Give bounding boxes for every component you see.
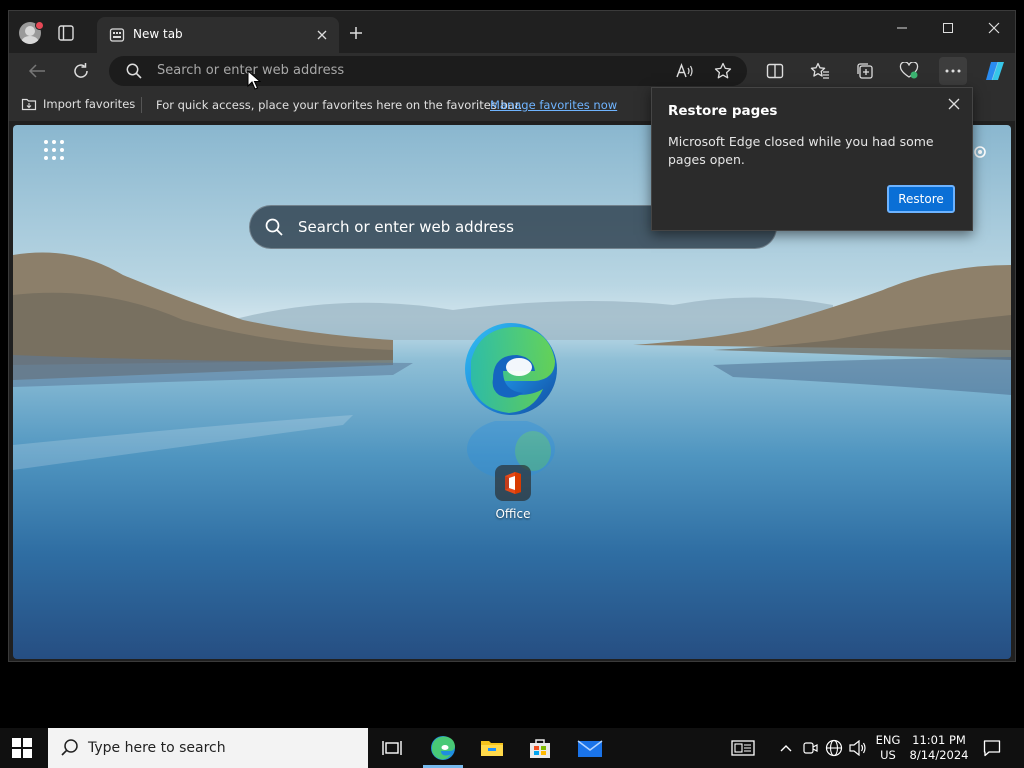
network-globe-icon[interactable]	[822, 734, 846, 762]
favorites-divider	[141, 97, 142, 113]
new-tab-page-icon	[109, 27, 125, 43]
clock-date: 8/14/2024	[909, 748, 969, 762]
restore-pages-title: Restore pages	[668, 103, 778, 119]
split-screen-icon[interactable]	[761, 57, 789, 85]
page-settings-gear-icon[interactable]	[971, 143, 989, 165]
mail-icon[interactable]	[576, 734, 604, 762]
windows-start-icon[interactable]	[12, 738, 32, 758]
language-indicator[interactable]: ENG US	[874, 733, 902, 763]
collections-icon[interactable]	[851, 57, 879, 85]
favorites-icon[interactable]	[806, 57, 834, 85]
import-favorites-label: Import favorites	[43, 97, 136, 111]
notifications-icon[interactable]	[978, 734, 1006, 762]
refresh-icon[interactable]	[67, 57, 95, 85]
mouse-cursor-icon	[247, 70, 261, 90]
profile-notification-dot	[35, 21, 44, 30]
browser-essentials-icon[interactable]	[895, 57, 923, 85]
tab-title: New tab	[133, 27, 183, 41]
title-bar: New tab	[9, 11, 1015, 53]
task-view-icon[interactable]	[378, 734, 406, 762]
read-aloud-icon[interactable]	[671, 57, 699, 85]
restore-pages-message: Microsoft Edge closed while you had some…	[668, 134, 934, 167]
new-tab-plus-icon[interactable]	[345, 22, 367, 44]
restore-button[interactable]: Restore	[887, 185, 955, 213]
import-folder-icon	[21, 98, 37, 111]
navigation-toolbar: Search or enter web address	[9, 53, 1015, 89]
news-widget-icon[interactable]	[729, 734, 757, 762]
manage-favorites-link[interactable]: Manage favorites now	[490, 98, 617, 112]
taskbar-search-placeholder: Type here to search	[88, 740, 226, 756]
address-bar[interactable]: Search or enter web address	[109, 56, 747, 86]
tab-actions-icon[interactable]	[57, 24, 75, 42]
close-tab-icon[interactable]	[311, 24, 333, 46]
shortcut-office[interactable]: Office	[489, 465, 537, 521]
clock[interactable]: 11:01 PM 8/14/2024	[906, 733, 972, 763]
back-arrow-icon[interactable]	[23, 57, 51, 85]
keyboard-layout: US	[880, 748, 896, 762]
copilot-icon[interactable]	[981, 57, 1009, 85]
browser-window: New tab Search or enter web address Impo…	[8, 10, 1016, 662]
import-favorites-button[interactable]: Import favorites	[21, 97, 135, 111]
minimize-icon[interactable]	[879, 11, 925, 45]
taskbar: Type here to search ENG US 11:01 PM 8/14…	[0, 728, 1024, 768]
close-window-icon[interactable]	[971, 11, 1015, 45]
search-icon	[60, 738, 80, 762]
add-favorite-star-icon[interactable]	[709, 57, 737, 85]
language-code: ENG	[875, 733, 901, 747]
settings-more-icon[interactable]	[939, 57, 967, 85]
meet-now-icon[interactable]	[798, 734, 822, 762]
office-tile	[495, 465, 531, 501]
taskbar-edge-icon[interactable]	[429, 734, 457, 762]
search-icon	[125, 62, 143, 84]
ntp-search-placeholder: Search or enter web address	[298, 218, 514, 236]
microsoft-store-icon[interactable]	[526, 734, 554, 762]
favorites-bar-message: For quick access, place your favorites h…	[156, 98, 523, 112]
file-explorer-icon[interactable]	[478, 734, 506, 762]
show-hidden-icons-chevron-icon[interactable]	[774, 734, 798, 762]
close-dialog-icon[interactable]	[944, 94, 964, 114]
shortcut-office-label: Office	[495, 507, 531, 521]
taskbar-search-box[interactable]: Type here to search	[48, 728, 368, 768]
volume-speaker-icon[interactable]	[846, 734, 870, 762]
maximize-icon[interactable]	[925, 11, 971, 45]
clock-time: 11:01 PM	[912, 733, 966, 747]
search-icon	[264, 217, 284, 241]
microsoft-edge-logo-icon	[463, 321, 559, 417]
tab-new-tab[interactable]: New tab	[97, 17, 339, 53]
restore-pages-dialog: Restore pages Microsoft Edge closed whil…	[651, 87, 973, 231]
office-logo-icon	[505, 472, 521, 494]
apps-grid-icon[interactable]	[43, 139, 65, 161]
